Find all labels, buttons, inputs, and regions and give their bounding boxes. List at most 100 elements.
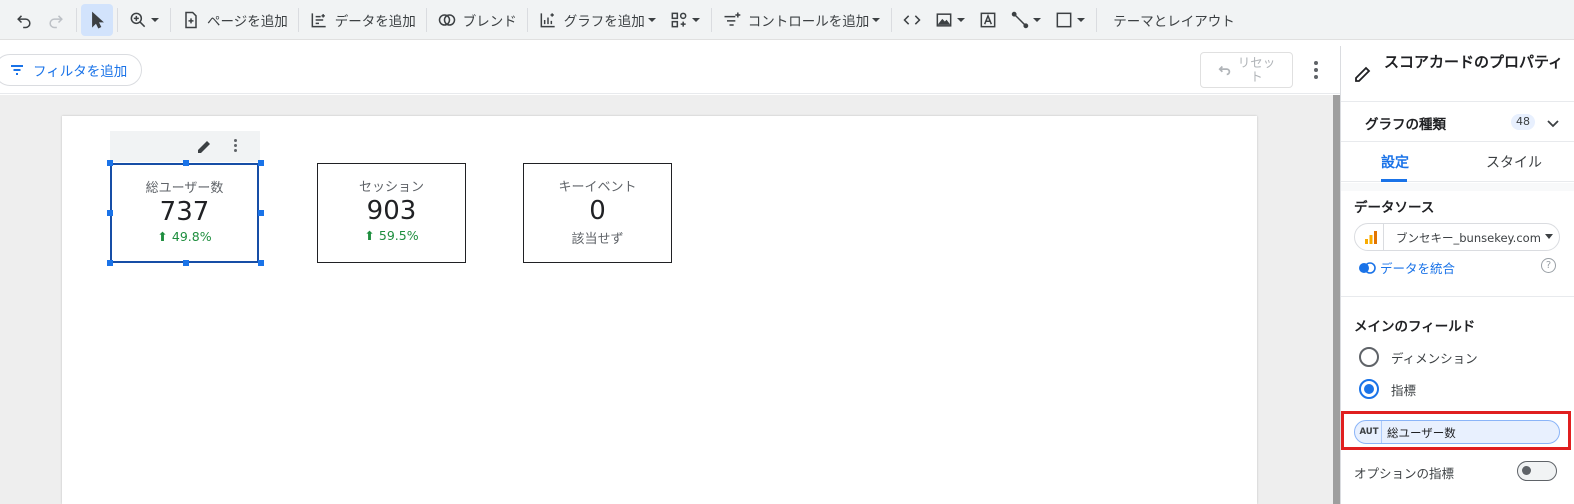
data-source-select[interactable]: ブンセキー_bunsekey.com — [1354, 223, 1560, 251]
pencil-icon[interactable] — [196, 139, 212, 155]
add-data-button[interactable]: データを追加 — [303, 4, 422, 36]
highlight-box — [1341, 411, 1571, 450]
radio-button[interactable] — [1359, 347, 1379, 367]
toolbar-separator — [891, 7, 893, 32]
filter-icon — [11, 65, 23, 75]
chevron-down-icon — [1547, 120, 1559, 128]
scorecard-value: 737 — [159, 197, 210, 227]
resize-handle[interactable] — [107, 260, 113, 266]
blend-data-label: データを統合 — [1380, 261, 1456, 276]
components-icon — [671, 12, 687, 27]
scorecard-toolbar — [110, 131, 260, 162]
add-chart-icon — [540, 12, 555, 27]
add-chart-label: グラフを追加 — [563, 13, 645, 30]
caret-down-icon — [1545, 234, 1553, 239]
chevron-down-icon — [957, 17, 966, 22]
blend-data-link[interactable]: データを統合 — [1358, 258, 1455, 277]
add-page-button[interactable]: ページを追加 — [175, 4, 294, 36]
scorecard-label: 総ユーザー数 — [145, 181, 224, 196]
resize-handle[interactable] — [258, 210, 264, 216]
panel-tabs: 設定 スタイル — [1341, 142, 1574, 182]
theme-layout-button[interactable]: テーマとレイアウト — [1101, 4, 1241, 36]
data-source-value: ブンセキー_bunsekey.com — [1396, 231, 1541, 245]
cursor-icon — [92, 11, 104, 29]
main-toolbar: ページを追加 データを追加 ブレンド グラフを追加 コントロールを追加 テーマと… — [0, 0, 1574, 40]
scorecard-delta: 該当せず — [571, 232, 624, 247]
chart-type-badge: 48 — [1511, 114, 1535, 130]
zoom-button[interactable] — [122, 4, 166, 36]
line-icon — [1011, 11, 1029, 28]
more-vert-icon[interactable] — [1306, 56, 1326, 84]
embed-code-button[interactable] — [896, 4, 928, 36]
radio-dimension[interactable]: ディメンション — [1359, 347, 1478, 367]
add-filter-button[interactable]: フィルタを追加 — [0, 54, 143, 86]
toolbar-separator — [710, 7, 712, 32]
undo-icon — [1218, 65, 1230, 76]
scrollbar-thumb[interactable] — [1333, 95, 1340, 504]
scorecard-value: 0 — [589, 196, 606, 226]
resize-handle[interactable] — [107, 210, 113, 216]
select-tool-button[interactable] — [81, 3, 113, 36]
blend-label: ブレンド — [462, 13, 517, 30]
radio-button[interactable] — [1359, 379, 1379, 399]
help-icon[interactable]: ? — [1541, 258, 1556, 273]
add-control-button[interactable]: コントロールを追加 — [716, 4, 888, 36]
add-page-icon — [185, 11, 197, 28]
radio-dimension-label: ディメンション — [1391, 350, 1478, 366]
add-data-label: データを追加 — [334, 13, 416, 30]
add-control-label: コントロールを追加 — [747, 13, 870, 30]
toolbar-separator — [425, 7, 427, 32]
chart-type-selector[interactable]: グラフの種類 48 — [1341, 102, 1574, 142]
resize-handle[interactable] — [107, 160, 113, 166]
text-box-icon — [980, 12, 996, 27]
optional-metrics-toggle[interactable] — [1517, 461, 1557, 481]
chevron-down-icon — [1033, 17, 1042, 22]
line-button[interactable] — [1004, 4, 1048, 36]
image-button[interactable] — [928, 4, 972, 36]
scorecard-sessions[interactable]: セッション 903 ⬆︎ 59.5% — [317, 163, 466, 263]
resize-handle[interactable] — [183, 260, 189, 266]
resize-handle[interactable] — [258, 160, 264, 166]
blend-icon — [438, 13, 455, 26]
undo-button[interactable] — [8, 4, 40, 36]
chevron-down-icon — [647, 17, 656, 22]
scorecard-key-events[interactable]: キーイベント 0 該当せず — [523, 163, 672, 263]
toolbar-separator — [297, 7, 299, 32]
tab-setup[interactable]: 設定 — [1381, 152, 1409, 172]
blend-button[interactable]: ブレンド — [431, 4, 523, 36]
main-field-title: メインのフィールド — [1354, 319, 1476, 335]
add-data-icon — [311, 12, 326, 27]
analytics-icon — [1365, 231, 1377, 244]
panel-header: スコアカードのプロパティ — [1341, 46, 1574, 102]
more-vert-icon[interactable] — [234, 139, 237, 152]
reset-button[interactable]: リセッ ト — [1200, 52, 1293, 88]
arrow-up-icon: ⬆︎ — [157, 229, 168, 244]
reset-label: リセッ ト — [1237, 55, 1276, 84]
zoom-icon — [130, 12, 146, 27]
resize-handle[interactable] — [183, 160, 189, 166]
radio-metric-label: 指標 — [1391, 382, 1417, 398]
redo-button[interactable] — [40, 4, 72, 36]
scorecard-total-users[interactable]: 総ユーザー数 737 ⬆︎ 49.8% — [110, 163, 259, 263]
chart-type-label: グラフの種類 — [1365, 117, 1446, 133]
pencil-icon — [1355, 66, 1371, 82]
canvas-scrollbar[interactable] — [1333, 95, 1340, 504]
tab-style[interactable]: スタイル — [1486, 152, 1542, 172]
chevron-down-icon — [872, 17, 881, 22]
add-page-label: ページを追加 — [207, 13, 288, 30]
scorecard-delta: ⬆︎ 59.5% — [364, 228, 419, 243]
chevron-down-icon — [151, 17, 159, 22]
resize-handle[interactable] — [258, 260, 264, 266]
add-component-button[interactable] — [663, 4, 707, 36]
toolbar-separator — [117, 7, 118, 32]
add-filter-label: フィルタを追加 — [33, 64, 128, 80]
toolbar-separator — [526, 7, 528, 32]
add-control-icon — [724, 12, 741, 26]
blend-icon — [1359, 261, 1376, 274]
text-box-button[interactable] — [972, 4, 1004, 36]
shape-button[interactable] — [1048, 4, 1092, 36]
add-chart-button[interactable]: グラフを追加 — [532, 4, 663, 36]
redo-icon — [49, 14, 63, 28]
radio-metric[interactable]: 指標 — [1359, 379, 1416, 399]
scorecard-label: キーイベント — [558, 180, 637, 195]
